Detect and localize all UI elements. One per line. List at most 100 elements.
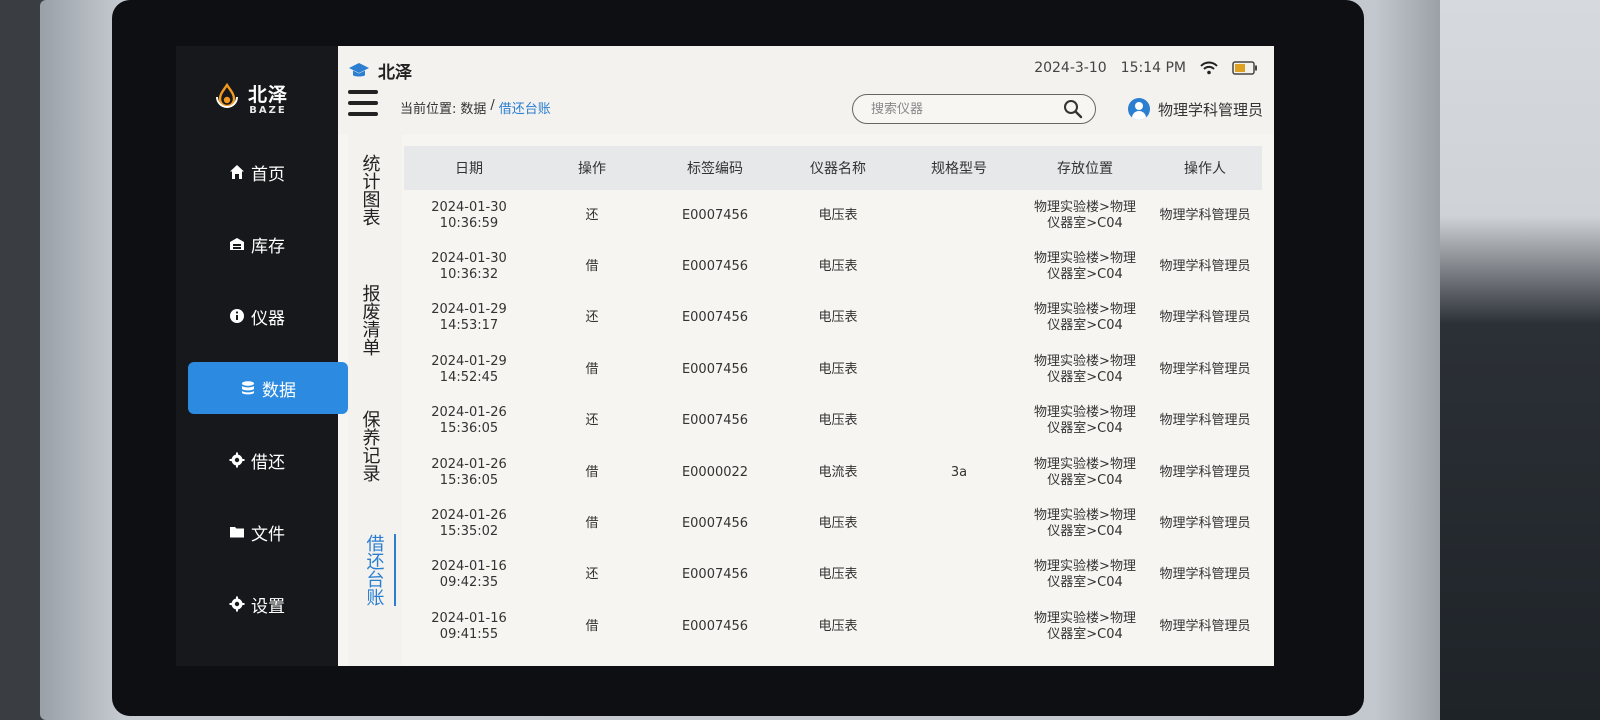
cell-location: 物理实验楼>物理 仪器室>C04 (1034, 456, 1136, 488)
cell-operation: 还 (585, 310, 599, 326)
cell-operator: 物理学科管理员 (1159, 618, 1251, 634)
search-input[interactable] (871, 101, 1063, 117)
sidebar-item-files[interactable]: 文件 (176, 506, 338, 558)
sidebar-item-label: 文件 (251, 524, 285, 545)
sidebar-item-instruments[interactable]: 仪器 (176, 290, 338, 342)
cell-date: 2024-01-16 09:42:35 (431, 559, 507, 591)
cell-operator: 物理学科管理员 (1159, 207, 1251, 223)
cell-tag-code: E0007456 (681, 361, 749, 377)
sidebar-item-borrow[interactable]: 借还 (176, 434, 338, 486)
cell-operation: 借 (585, 464, 599, 480)
cell-location: 物理实验楼>物理 仪器室>C04 (1034, 353, 1136, 385)
cell-date: 2024-01-29 14:52:45 (431, 353, 507, 385)
cell-operator: 物理学科管理员 (1159, 259, 1251, 275)
cell-tag-code: E0000022 (681, 464, 749, 480)
cell-date: 2024-01-26 15:36:05 (431, 405, 507, 437)
cell-date: 2024-01-16 09:41:55 (431, 610, 507, 642)
cell-operation: 借 (585, 618, 599, 634)
column-header-date[interactable]: 日期 (404, 146, 534, 190)
cell-instrument-name: 电压表 (818, 413, 858, 429)
cell-tag-code: E0007456 (681, 413, 749, 429)
column-header-operation[interactable]: 操作 (534, 146, 650, 190)
info-icon (230, 309, 244, 323)
sidebar-item-home[interactable]: 首页 (176, 146, 338, 198)
subtab-label: 保养记录 (359, 410, 381, 482)
logo-text-en: BAZE (249, 105, 287, 116)
cell-location: 物理实验楼>物理 仪器室>C04 (1034, 302, 1136, 334)
subtab-maintenance[interactable]: 保养记录 (354, 410, 386, 482)
ledger-table-container[interactable]: 日期 操作 标签编码 仪器名称 规格型号 存放位置 操作人 2024-01-30… (404, 146, 1262, 666)
subtab-label: 借还台账 (363, 534, 385, 606)
status-date: 2024-3-10 (1034, 60, 1107, 76)
settings-icon (229, 596, 245, 612)
cell-date: 2024-01-26 15:35:02 (431, 508, 507, 540)
cell-location: 物理实验楼>物理 仪器室>C04 (1034, 610, 1136, 642)
wifi-icon (1200, 61, 1218, 75)
cell-operation: 还 (585, 413, 599, 429)
cell-spec (896, 293, 1022, 344)
table-header-row: 日期 操作 标签编码 仪器名称 规格型号 存放位置 操作人 (404, 146, 1262, 190)
avatar (1128, 98, 1150, 120)
sidebar-item-label: 首页 (251, 164, 285, 185)
cell-location: 物理实验楼>物理 仪器室>C04 (1034, 199, 1136, 231)
subtab-scrap-list[interactable]: 报废清单 (354, 284, 386, 356)
sidebar-item-inventory[interactable]: 库存 (176, 218, 338, 270)
sidebar: 北泽 BAZE 首页 库存 仪器 数据 借还 文件 设置 (176, 46, 348, 666)
subtab-label: 报废清单 (359, 284, 381, 356)
cell-operation: 借 (585, 259, 599, 275)
table-row[interactable]: 2024-01-26 15:36:05 还 E0007456 电压表 物理实验楼>… (404, 395, 1262, 447)
background (1440, 0, 1600, 720)
table-row[interactable]: 2024-01-16 09:42:35 还 E0007456 电压表 物理实验楼>… (404, 549, 1262, 602)
cell-tag-code: E0007456 (681, 516, 749, 532)
screen: 北泽 BAZE 首页 库存 仪器 数据 借还 文件 设置 北泽 2024-3-1… (176, 46, 1274, 666)
cell-spec (896, 498, 1022, 549)
cell-instrument-name: 电压表 (818, 516, 858, 532)
table-row[interactable]: 2024-01-16 09:41:55 借 E0007456 电压表 物理实验楼>… (404, 601, 1262, 653)
cell-tag-code: E0007456 (681, 310, 749, 326)
search-box (852, 94, 1096, 124)
cell-operation: 借 (585, 361, 599, 377)
sidebar-item-label: 设置 (251, 596, 285, 617)
cell-instrument-name: 电压表 (818, 259, 858, 275)
cell-location: 物理实验楼>物理 仪器室>C04 (1034, 559, 1136, 591)
column-header-operator[interactable]: 操作人 (1148, 146, 1262, 190)
cell-spec: 3a (950, 464, 968, 480)
cell-tag-code: E0007456 (681, 567, 749, 583)
table-row[interactable]: 2024-01-26 15:35:02 借 E0007456 电压表 物理实验楼>… (404, 498, 1262, 550)
logo-text-cn: 北泽 (248, 84, 289, 106)
cell-date: 2024-01-30 10:36:59 (431, 199, 507, 231)
cell-instrument-name: 电压表 (818, 361, 858, 377)
table-body: 2024-01-30 10:36:59 还 E0007456 电压表 物理实验楼>… (404, 190, 1262, 653)
cell-operation: 还 (585, 567, 599, 583)
user-menu[interactable]: 物理学科管理员 (1128, 98, 1263, 120)
menu-button[interactable] (348, 90, 378, 116)
sidebar-item-label: 库存 (251, 236, 285, 257)
status-time: 15:14 PM (1120, 60, 1186, 76)
table-row[interactable]: 2024-01-30 10:36:59 还 E0007456 电压表 物理实验楼>… (404, 190, 1262, 242)
folder-icon (230, 527, 244, 538)
column-header-spec[interactable]: 规格型号 (896, 146, 1022, 190)
breadcrumb-separator: / (490, 98, 495, 113)
column-header-tag-code[interactable]: 标签编码 (650, 146, 780, 190)
menu-icon (348, 90, 378, 94)
sidebar-item-data[interactable]: 数据 (188, 362, 348, 414)
cell-location: 物理实验楼>物理 仪器室>C04 (1034, 508, 1136, 540)
table-row[interactable]: 2024-01-26 15:36:05 借 E0000022 电流表 3a 物理实… (404, 446, 1262, 499)
sidebar-item-settings[interactable]: 设置 (176, 578, 338, 630)
cell-instrument-name: 电压表 (818, 567, 858, 583)
cell-operator: 物理学科管理员 (1159, 361, 1251, 377)
cell-tag-code: E0007456 (681, 618, 749, 634)
cell-operator: 物理学科管理员 (1159, 516, 1251, 532)
column-header-instrument-name[interactable]: 仪器名称 (780, 146, 896, 190)
cell-operation: 借 (585, 516, 599, 532)
warehouse-icon (230, 238, 244, 250)
search-icon[interactable] (1063, 99, 1083, 119)
subtab-statistics[interactable]: 统计图表 (354, 154, 386, 226)
table-row[interactable]: 2024-01-30 10:36:32 借 E0007456 电压表 物理实验楼>… (404, 241, 1262, 293)
breadcrumb-parent[interactable]: 数据 (460, 98, 486, 117)
cell-spec (896, 344, 1022, 395)
subtab-borrow-ledger[interactable]: 借还台账 (354, 534, 396, 606)
table-row[interactable]: 2024-01-29 14:53:17 还 E0007456 电压表 物理实验楼>… (404, 292, 1262, 345)
column-header-location[interactable]: 存放位置 (1022, 146, 1148, 190)
table-row[interactable]: 2024-01-29 14:52:45 借 E0007456 电压表 物理实验楼>… (404, 344, 1262, 396)
